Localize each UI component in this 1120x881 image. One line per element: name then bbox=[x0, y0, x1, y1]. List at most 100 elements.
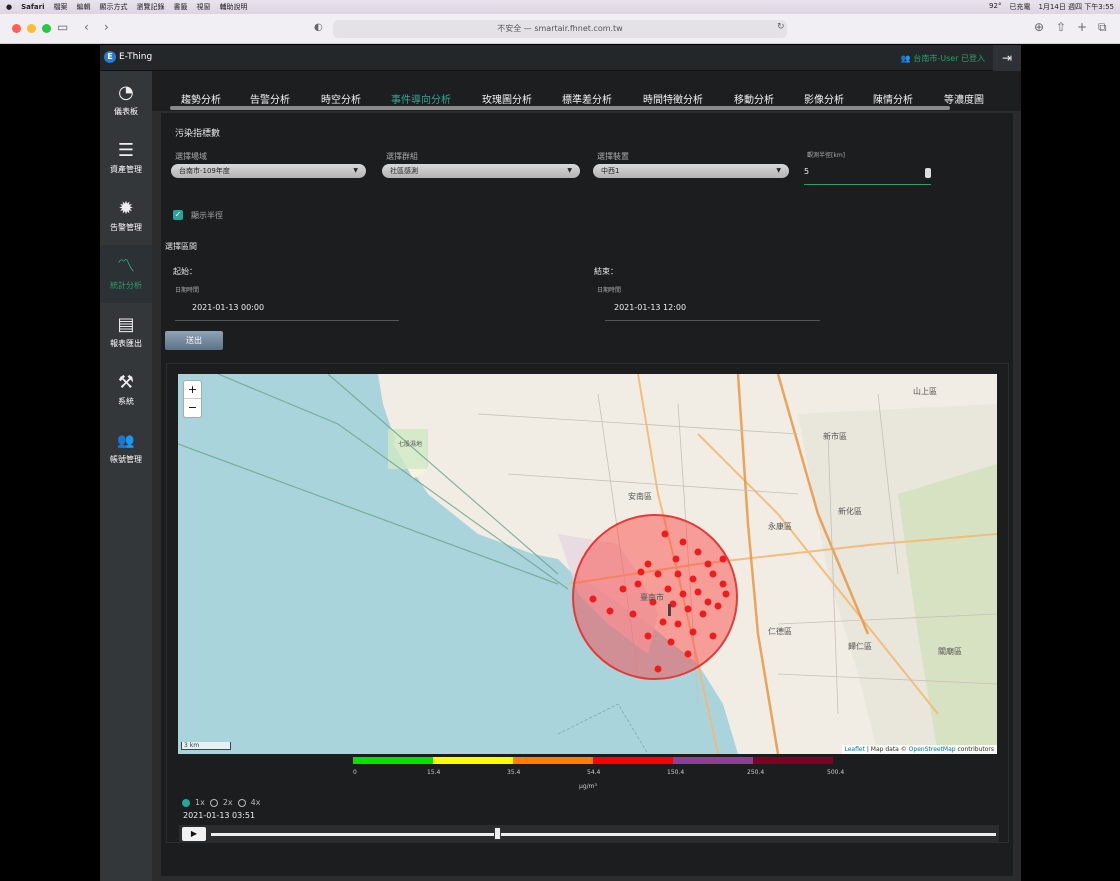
menu-history[interactable]: 瀏覽記錄 bbox=[137, 2, 165, 12]
tab-overview-icon[interactable]: ⧉ bbox=[1098, 20, 1107, 35]
logout-button[interactable]: ⇥ bbox=[993, 45, 1021, 71]
map-label: 山上區 bbox=[913, 386, 937, 396]
sidebar-item-alerts[interactable]: ✹ 告警管理 bbox=[100, 187, 152, 245]
legend-unit: μg/m³ bbox=[579, 783, 597, 790]
menu-file[interactable]: 檔案 bbox=[54, 2, 68, 12]
app-logo[interactable]: E E-Thing bbox=[104, 51, 152, 63]
forward-icon[interactable]: › bbox=[104, 20, 109, 34]
mac-menubar: ● Safari 檔案 編輯 顯示方式 瀏覽記錄 書籤 視窗 輔助說明 92° … bbox=[0, 0, 1120, 14]
legend-swatch bbox=[673, 757, 753, 764]
sidebar-item-label: 報表匯出 bbox=[110, 338, 142, 348]
menu-safari[interactable]: Safari bbox=[21, 3, 44, 11]
dropdown-arrow-icon: ▼ bbox=[353, 167, 358, 174]
share-icon[interactable]: ⇧ bbox=[1056, 20, 1066, 34]
sidebar-item-label: 帳號管理 bbox=[110, 454, 142, 464]
clock-text[interactable]: 1月14日 週四 下午3:55 bbox=[1038, 2, 1114, 12]
close-window-button[interactable] bbox=[12, 24, 21, 33]
leaflet-link[interactable]: Leaflet bbox=[845, 746, 865, 753]
map-label: 永康區 bbox=[768, 521, 792, 531]
sidebar-toggle-icon[interactable]: ▭ bbox=[57, 20, 68, 34]
end-datetime-input[interactable]: 2021-01-13 12:00 bbox=[614, 303, 686, 312]
menu-window[interactable]: 視窗 bbox=[197, 2, 211, 12]
zoom-window-button[interactable] bbox=[42, 24, 51, 33]
map-tiles: 安南區 臺南市 永康區 新市區 新化區 仁德區 歸仁區 關廟區 山上區 七股濕地 bbox=[178, 374, 997, 754]
osm-link[interactable]: OpenStreetMap bbox=[909, 746, 956, 753]
timeline-slider[interactable] bbox=[211, 833, 996, 836]
user-status: 👥 台南市-User 已登入 bbox=[901, 53, 985, 64]
menu-view[interactable]: 顯示方式 bbox=[100, 2, 128, 12]
legend-tick: 35.4 bbox=[507, 769, 521, 776]
map-attribution: Leaflet | Map data © OpenStreetMap contr… bbox=[841, 745, 997, 754]
zoom-out-button[interactable]: − bbox=[184, 399, 201, 417]
zoom-in-button[interactable]: + bbox=[184, 381, 201, 399]
tab-time-feature[interactable]: 時間特徵分析 bbox=[643, 91, 703, 106]
map-label: 關廟區 bbox=[938, 646, 962, 656]
battery-status[interactable]: 已充電 bbox=[1009, 2, 1030, 12]
menu-edit[interactable]: 編輯 bbox=[77, 2, 91, 12]
sidebar: ◔ 儀表板 ☰ 資產管理 ✹ 告警管理 〽 統計分析 ▤ 報表匯出 ⚒ 系統 👥… bbox=[100, 71, 152, 881]
show-radius-checkbox[interactable]: ✓ bbox=[173, 210, 183, 220]
tab-rose[interactable]: 玫瑰圖分析 bbox=[482, 91, 532, 106]
group-select[interactable]: 社區感測 ▼ bbox=[382, 164, 580, 178]
attribution-text: | Map data © bbox=[864, 746, 909, 753]
tab-isoconcentration[interactable]: 等濃度圖 bbox=[944, 91, 984, 106]
minimize-window-button[interactable] bbox=[27, 24, 36, 33]
speed-radio-4x[interactable] bbox=[237, 798, 246, 807]
attribution-end: contributors bbox=[955, 746, 995, 753]
speed-label-2x: 2x bbox=[222, 798, 233, 807]
browser-window: ▭ ‹ › ◐ 不安全 — smartair.fhnet.com.tw ↻ ⊕ … bbox=[0, 14, 1120, 881]
privacy-shield-icon[interactable]: ◐ bbox=[314, 22, 323, 33]
tab-movement[interactable]: 移動分析 bbox=[734, 91, 774, 106]
tools-icon: ⚒ bbox=[117, 371, 135, 393]
tab-trend[interactable]: 趨勢分析 bbox=[181, 91, 221, 106]
end-label: 結束： bbox=[594, 267, 618, 276]
reload-icon[interactable]: ↻ bbox=[777, 22, 785, 32]
device-select[interactable]: 中西1 ▼ bbox=[593, 164, 789, 178]
range-title: 選擇區間 bbox=[165, 242, 197, 251]
submit-button[interactable]: 送出 bbox=[165, 331, 223, 350]
speed-radio-1x[interactable] bbox=[182, 798, 190, 807]
sidebar-item-label: 系統 bbox=[118, 396, 134, 406]
tabs-scrollbar[interactable] bbox=[170, 106, 950, 110]
map-panel: 安南區 臺南市 永康區 新市區 新化區 仁德區 歸仁區 關廟區 山上區 七股濕地 bbox=[166, 363, 1009, 843]
legend-tick: 500.4 bbox=[827, 769, 845, 776]
legend-tick: 15.4 bbox=[427, 769, 441, 776]
menu-help[interactable]: 輔助說明 bbox=[220, 2, 248, 12]
sidebar-item-statistics[interactable]: 〽 統計分析 bbox=[100, 245, 152, 303]
menu-bookmarks[interactable]: 書籤 bbox=[174, 2, 188, 12]
sidebar-item-dashboard[interactable]: ◔ 儀表板 bbox=[100, 71, 152, 129]
tab-event[interactable]: 事件導向分析 bbox=[391, 91, 451, 106]
sidebar-item-label: 統計分析 bbox=[110, 280, 142, 290]
sidebar-item-reports[interactable]: ▤ 報表匯出 bbox=[100, 303, 152, 361]
tab-petition[interactable]: 陳情分析 bbox=[873, 91, 913, 106]
sidebar-item-label: 告警管理 bbox=[110, 222, 142, 232]
speed-label-1x: 1x bbox=[195, 798, 205, 807]
address-bar[interactable]: 不安全 — smartair.fhnet.com.tw bbox=[333, 20, 787, 38]
number-spinner-icon[interactable] bbox=[925, 168, 931, 178]
apple-icon[interactable]: ● bbox=[6, 3, 12, 11]
tab-spatiotemporal[interactable]: 時空分析 bbox=[321, 91, 361, 106]
leaflet-map[interactable]: 安南區 臺南市 永康區 新市區 新化區 仁德區 歸仁區 關廟區 山上區 七股濕地 bbox=[178, 374, 997, 754]
sidebar-item-assets[interactable]: ☰ 資產管理 bbox=[100, 129, 152, 187]
new-tab-icon[interactable]: + bbox=[1077, 20, 1087, 34]
timeline-handle[interactable] bbox=[493, 827, 501, 840]
sidebar-item-label: 資產管理 bbox=[110, 164, 142, 174]
legend-swatch bbox=[593, 757, 673, 764]
tab-image[interactable]: 影像分析 bbox=[804, 91, 844, 106]
sidebar-item-accounts[interactable]: 👥 帳號管理 bbox=[100, 419, 152, 477]
map-label: 新市區 bbox=[823, 431, 847, 441]
speed-radio-2x[interactable] bbox=[209, 798, 218, 807]
map-marker-icon[interactable] bbox=[668, 604, 671, 616]
start-datetime-input[interactable]: 2021-01-13 00:00 bbox=[192, 303, 264, 312]
playback-time: 2021-01-13 03:51 bbox=[183, 811, 256, 820]
radius-input[interactable]: 5 bbox=[804, 165, 931, 185]
tab-stddev[interactable]: 標準差分析 bbox=[562, 91, 612, 106]
sidebar-item-system[interactable]: ⚒ 系統 bbox=[100, 361, 152, 419]
area-select[interactable]: 台南市-109年度 ▼ bbox=[171, 164, 366, 178]
dropdown-arrow-icon: ▼ bbox=[776, 167, 781, 174]
tab-alert[interactable]: 告警分析 bbox=[250, 91, 290, 106]
legend-swatch bbox=[513, 757, 593, 764]
back-icon[interactable]: ‹ bbox=[84, 20, 89, 34]
download-icon[interactable]: ⊕ bbox=[1034, 20, 1044, 34]
play-button[interactable]: ▶ bbox=[182, 827, 206, 841]
